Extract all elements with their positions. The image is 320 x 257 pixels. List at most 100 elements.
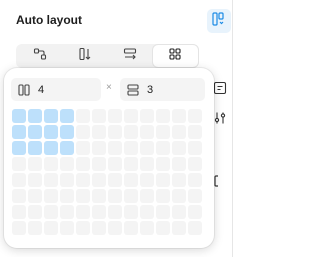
grid-cell[interactable]	[188, 109, 202, 123]
grid-cell[interactable]	[92, 157, 106, 171]
grid-cell[interactable]	[156, 109, 170, 123]
grid-cell[interactable]	[124, 125, 138, 139]
grid-cell[interactable]	[156, 205, 170, 219]
grid-cell[interactable]	[108, 157, 122, 171]
grid-cell[interactable]	[76, 141, 90, 155]
grid-cell[interactable]	[12, 189, 26, 203]
grid-cell[interactable]	[124, 189, 138, 203]
grid-cell-selected[interactable]	[12, 125, 26, 139]
grid-cell[interactable]	[140, 109, 154, 123]
grid-cell[interactable]	[12, 205, 26, 219]
grid-cell[interactable]	[172, 205, 186, 219]
grid-cell[interactable]	[172, 125, 186, 139]
grid-cell[interactable]	[140, 173, 154, 187]
grid-cell-selected[interactable]	[44, 141, 58, 155]
grid-cell[interactable]	[76, 125, 90, 139]
grid-cell[interactable]	[124, 141, 138, 155]
grid-cell[interactable]	[28, 157, 42, 171]
grid-cell[interactable]	[172, 109, 186, 123]
grid-cell[interactable]	[12, 173, 26, 187]
grid-cell[interactable]	[60, 189, 74, 203]
grid-cell[interactable]	[172, 189, 186, 203]
grid-cell[interactable]	[28, 173, 42, 187]
grid-cell[interactable]	[92, 141, 106, 155]
grid-cell[interactable]	[172, 173, 186, 187]
grid-cell[interactable]	[172, 157, 186, 171]
grid-cell[interactable]	[28, 221, 42, 235]
grid-cell-selected[interactable]	[60, 109, 74, 123]
grid-cell[interactable]	[140, 125, 154, 139]
grid-cell[interactable]	[76, 205, 90, 219]
auto-layout-toggle-button[interactable]	[207, 9, 231, 33]
grid-cell[interactable]	[44, 157, 58, 171]
grid-cell[interactable]	[108, 125, 122, 139]
grid-cell[interactable]	[108, 221, 122, 235]
grid-cell[interactable]	[60, 205, 74, 219]
advanced-settings-button[interactable]	[212, 112, 228, 128]
grid-cell[interactable]	[76, 157, 90, 171]
grid-cell[interactable]	[12, 157, 26, 171]
grid-cell[interactable]	[44, 221, 58, 235]
direction-wrap-option[interactable]	[17, 45, 62, 67]
grid-cell[interactable]	[156, 157, 170, 171]
grid-cell[interactable]	[156, 221, 170, 235]
grid-cell-selected[interactable]	[28, 109, 42, 123]
grid-cell[interactable]	[76, 173, 90, 187]
grid-cell[interactable]	[156, 125, 170, 139]
grid-cell[interactable]	[188, 157, 202, 171]
grid-cell[interactable]	[140, 189, 154, 203]
rows-field[interactable]: 3	[120, 78, 205, 101]
grid-cell[interactable]	[76, 109, 90, 123]
direction-vertical-option[interactable]	[62, 45, 107, 67]
grid-cell[interactable]	[108, 109, 122, 123]
grid-cell[interactable]	[188, 141, 202, 155]
grid-cell-selected[interactable]	[60, 141, 74, 155]
grid-cell[interactable]	[44, 205, 58, 219]
direction-horizontal-option[interactable]	[108, 45, 153, 67]
grid-cell[interactable]	[140, 141, 154, 155]
grid-cell[interactable]	[124, 109, 138, 123]
grid-cell[interactable]	[188, 173, 202, 187]
grid-cell[interactable]	[156, 173, 170, 187]
grid-cell[interactable]	[124, 157, 138, 171]
grid-cell[interactable]	[124, 205, 138, 219]
grid-cell-selected[interactable]	[60, 125, 74, 139]
grid-cell[interactable]	[12, 221, 26, 235]
columns-field[interactable]: 4	[11, 78, 101, 101]
grid-cell[interactable]	[188, 125, 202, 139]
grid-cell-selected[interactable]	[12, 109, 26, 123]
grid-cell[interactable]	[188, 221, 202, 235]
grid-cell[interactable]	[28, 189, 42, 203]
grid-cell[interactable]	[28, 205, 42, 219]
grid-cell[interactable]	[76, 221, 90, 235]
grid-cell[interactable]	[172, 141, 186, 155]
grid-cell-selected[interactable]	[44, 125, 58, 139]
grid-cell[interactable]	[60, 221, 74, 235]
grid-cell[interactable]	[156, 141, 170, 155]
grid-cell[interactable]	[108, 141, 122, 155]
grid-cell[interactable]	[92, 205, 106, 219]
grid-cell[interactable]	[44, 173, 58, 187]
grid-cell[interactable]	[92, 189, 106, 203]
grid-cell[interactable]	[92, 173, 106, 187]
grid-cell[interactable]	[140, 221, 154, 235]
grid-cell[interactable]	[76, 189, 90, 203]
alignment-button[interactable]	[212, 81, 228, 98]
grid-cell[interactable]	[92, 125, 106, 139]
grid-cell[interactable]	[60, 157, 74, 171]
grid-cell[interactable]	[92, 109, 106, 123]
grid-cell[interactable]	[124, 221, 138, 235]
grid-cell-selected[interactable]	[28, 125, 42, 139]
grid-cell[interactable]	[188, 205, 202, 219]
grid-cell[interactable]	[140, 205, 154, 219]
grid-cell[interactable]	[156, 189, 170, 203]
grid-cell[interactable]	[188, 189, 202, 203]
grid-cell[interactable]	[108, 189, 122, 203]
grid-cell-selected[interactable]	[12, 141, 26, 155]
grid-cell[interactable]	[92, 221, 106, 235]
grid-cell[interactable]	[172, 221, 186, 235]
grid-cell-selected[interactable]	[44, 109, 58, 123]
clip-content-button[interactable]	[212, 174, 228, 191]
grid-cell[interactable]	[44, 189, 58, 203]
direction-grid-option[interactable]	[152, 45, 198, 67]
